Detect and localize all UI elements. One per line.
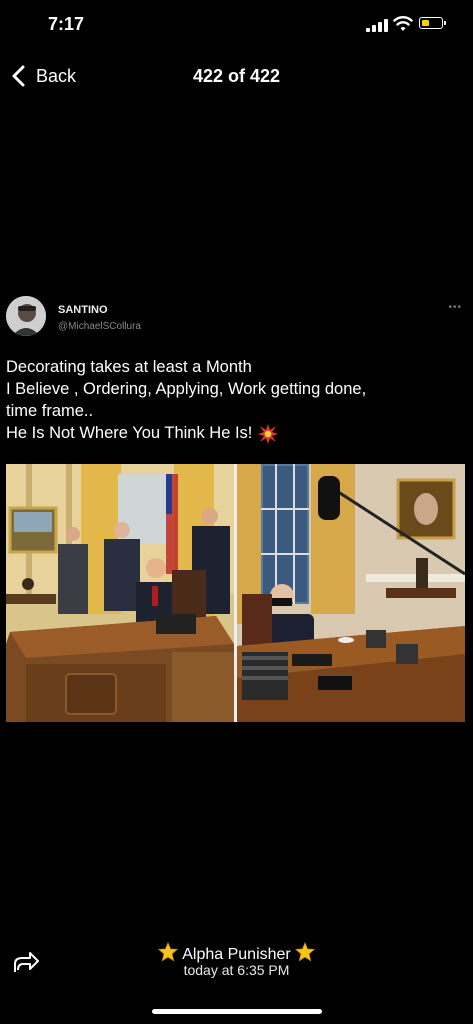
tweet-line: I Believe , Ordering, Applying, Work get… bbox=[6, 380, 367, 398]
tweet-text: Decorating takes at least a Month I Beli… bbox=[6, 356, 466, 444]
tweet-line-last: He Is Not Where You Think He Is! bbox=[6, 422, 466, 444]
battery-icon bbox=[419, 17, 446, 29]
image-counter: 422 of 422 bbox=[192, 66, 281, 86]
tweet-line: time frame.. bbox=[6, 402, 94, 420]
cellular-signal-icon bbox=[366, 18, 388, 32]
star-icon bbox=[158, 942, 179, 962]
more-icon: ••• bbox=[448, 302, 462, 313]
avatar bbox=[6, 296, 46, 336]
collision-icon bbox=[258, 423, 279, 444]
sender-line: Alpha Punisher bbox=[0, 942, 473, 964]
nav-bar: Back 422 of 422 bbox=[0, 58, 473, 94]
tweet-line: Decorating takes at least a Month bbox=[6, 358, 252, 376]
clock: 7:17 bbox=[48, 14, 85, 34]
tweet-handle: @MichaelSCollura bbox=[58, 321, 141, 332]
home-indicator[interactable] bbox=[152, 1009, 322, 1014]
sender-name: Alpha Punisher bbox=[182, 946, 291, 963]
tweet-image[interactable] bbox=[6, 464, 465, 722]
tweet-username: SANTINO bbox=[58, 304, 108, 316]
timestamp: today at 6:35 PM bbox=[183, 962, 290, 978]
wifi-icon bbox=[393, 16, 413, 31]
star-icon bbox=[294, 942, 315, 962]
message-footer: Alpha Punisher today at 6:35 PM bbox=[0, 940, 473, 990]
status-bar: 7:17 bbox=[0, 0, 473, 52]
